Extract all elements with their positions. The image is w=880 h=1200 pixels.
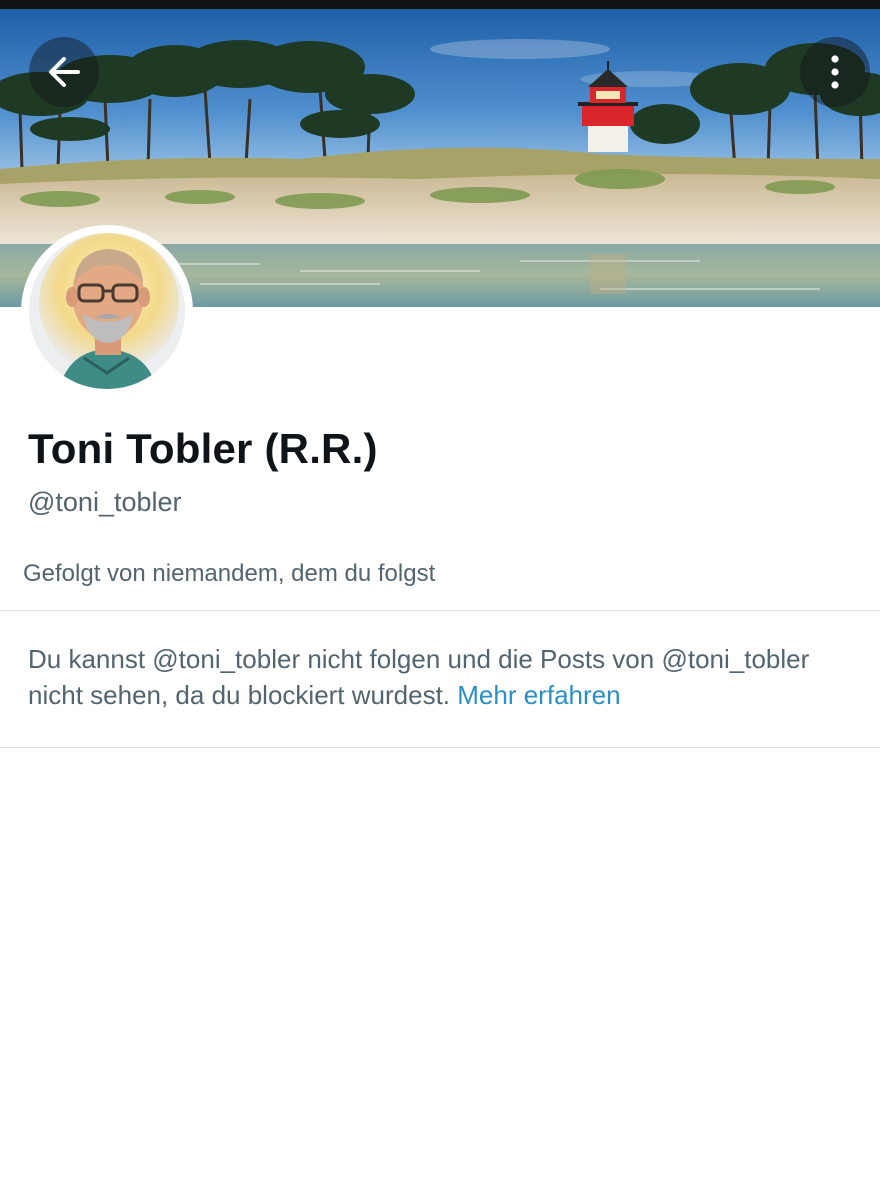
blocked-notice: Du kannst @toni_tobler nicht folgen und … [28, 641, 863, 713]
display-name: Toni Tobler (R.R.) [28, 425, 378, 472]
arrow-left-icon [49, 57, 80, 87]
learn-more-link[interactable]: Mehr erfahren [457, 680, 620, 710]
followed-by-text: Gefolgt von niemandem, dem du folgst [23, 560, 436, 587]
more-options-button[interactable] [800, 37, 870, 107]
user-handle: @toni_tobler [28, 487, 182, 517]
avatar [29, 233, 185, 389]
more-vertical-icon [831, 55, 839, 89]
status-bar [0, 0, 880, 9]
avatar-image [29, 233, 185, 389]
divider [0, 747, 880, 748]
profile-page: Toni Tobler (R.R.) @toni_tobler Gefolgt … [0, 0, 880, 1200]
blocked-notice-text: Du kannst @toni_tobler nicht folgen und … [28, 644, 810, 710]
back-button[interactable] [29, 37, 99, 107]
avatar-ring[interactable] [21, 225, 193, 397]
divider [0, 610, 880, 611]
